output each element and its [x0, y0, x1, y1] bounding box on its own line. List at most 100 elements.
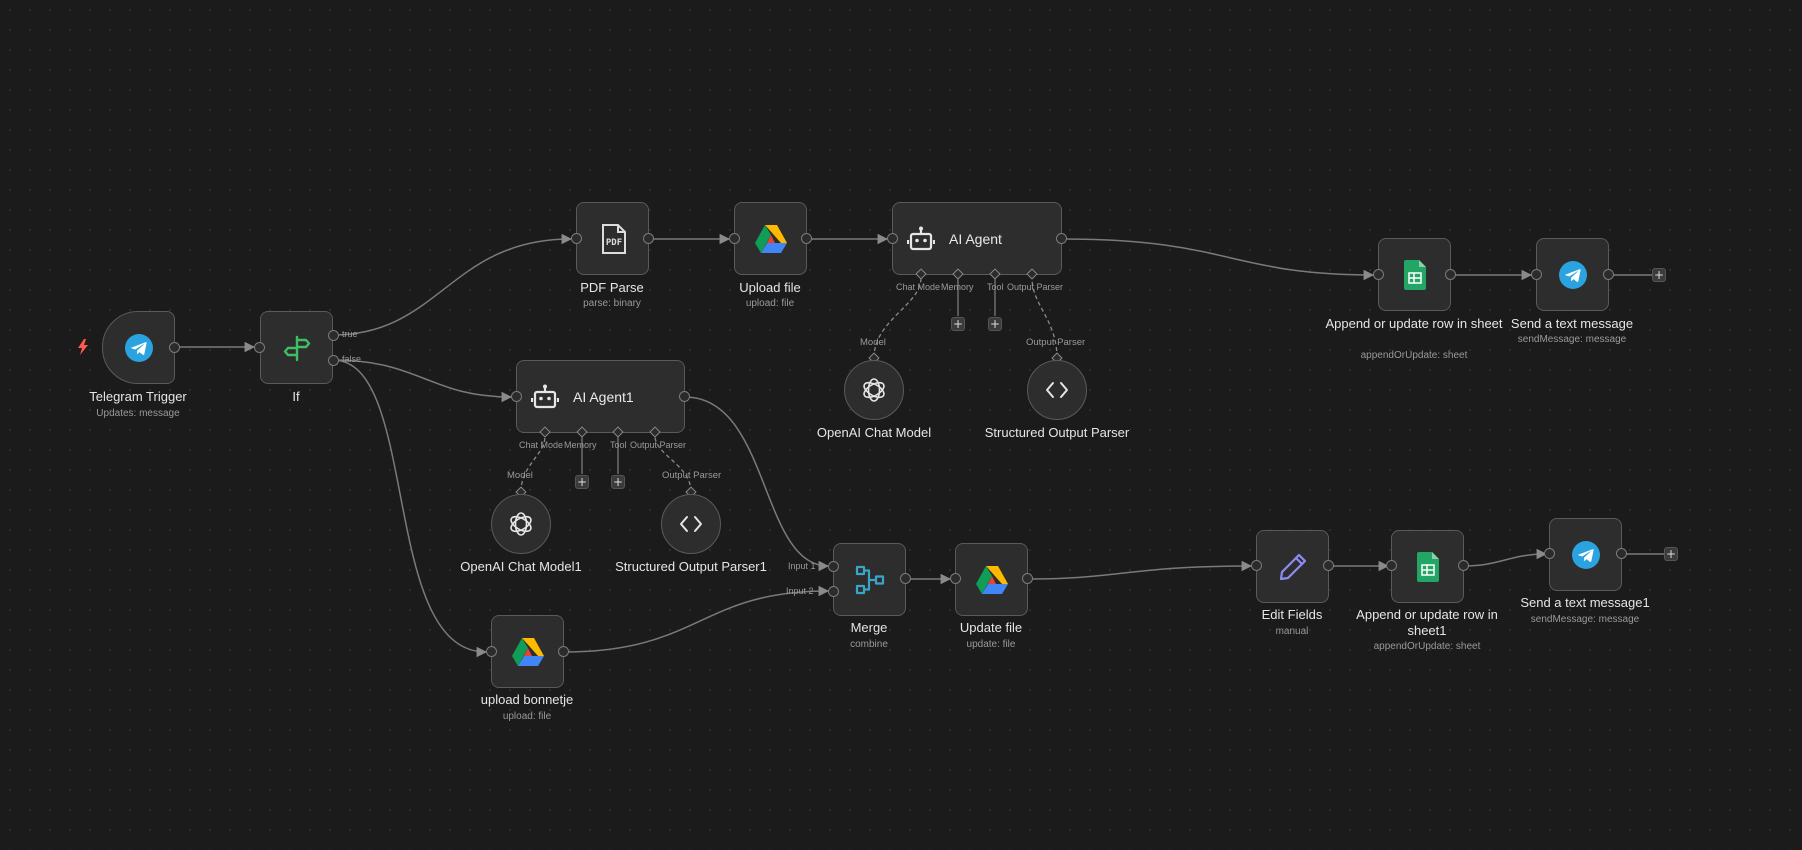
add-memory-button[interactable]: + — [951, 317, 965, 331]
output-handle[interactable] — [643, 233, 654, 244]
ai-agent1-node[interactable]: AI Agent1 — [516, 360, 685, 433]
merge-icon — [855, 565, 884, 594]
output-handle[interactable] — [1323, 560, 1334, 571]
lightning-icon — [78, 339, 88, 355]
telegram-icon — [1571, 540, 1600, 569]
send-message-node[interactable] — [1536, 238, 1609, 311]
wire-append1-send1 — [1463, 548, 1548, 567]
openai-chat-model-node[interactable] — [844, 360, 904, 420]
add-memory-button[interactable]: + — [575, 475, 589, 489]
robot-icon — [907, 226, 935, 250]
node-subtitle: update: file — [966, 639, 1016, 650]
output-handle[interactable] — [169, 342, 180, 353]
node-title: Telegram Trigger — [89, 389, 187, 404]
port-label-chat-model: Chat Mode — [519, 440, 564, 450]
google-sheets-icon — [1416, 551, 1439, 582]
input-handle[interactable] — [1373, 269, 1384, 280]
openai-icon — [863, 378, 885, 402]
output-handle-true[interactable] — [328, 330, 339, 341]
input-handle[interactable] — [571, 233, 582, 244]
pdf-file-icon: PDF — [601, 223, 626, 254]
input-handle[interactable] — [1544, 548, 1555, 559]
ai-agent-node[interactable]: AI Agent — [892, 202, 1062, 275]
input-handle[interactable] — [950, 573, 961, 584]
input-handle[interactable] — [1251, 560, 1262, 571]
port-label-output-parser: Output Parser — [662, 470, 722, 481]
edit-fields-node[interactable] — [1256, 530, 1329, 603]
input-handle-2[interactable] — [828, 586, 839, 597]
input-handle[interactable] — [1386, 560, 1397, 571]
input-handle[interactable] — [887, 233, 898, 244]
input-handle[interactable] — [729, 233, 740, 244]
output-handle[interactable] — [679, 391, 690, 402]
merge-input1-label: Input 1 — [788, 561, 816, 571]
merge-node[interactable] — [833, 543, 906, 616]
output-handle[interactable] — [1022, 573, 1033, 584]
upload-file-node[interactable] — [734, 202, 807, 275]
add-next-node-button[interactable]: + — [1664, 547, 1678, 561]
code-brackets-icon — [680, 516, 702, 532]
output-handle[interactable] — [801, 233, 812, 244]
structured-output-parser1-node[interactable] — [661, 494, 721, 554]
openai-icon — [510, 512, 532, 536]
node-subtitle: sendMessage: message — [1517, 334, 1627, 345]
input-handle-1[interactable] — [828, 561, 839, 572]
node-title: AI Agent1 — [573, 388, 634, 405]
wire-agent-append — [1061, 238, 1375, 281]
output-handle[interactable] — [900, 573, 911, 584]
node-title: Send a text message — [1510, 316, 1634, 331]
node-title: Update file — [959, 620, 1023, 635]
output-handle[interactable] — [1616, 548, 1627, 559]
update-file-node[interactable] — [955, 543, 1028, 616]
output-handle[interactable] — [1056, 233, 1067, 244]
structured-output-parser-node[interactable] — [1027, 360, 1087, 420]
signpost-icon — [283, 335, 310, 361]
telegram-trigger-node[interactable] — [102, 311, 175, 384]
port-label-memory: Memory — [941, 282, 974, 292]
add-tool-button[interactable]: + — [611, 475, 625, 489]
output-handle[interactable] — [1445, 269, 1456, 280]
google-drive-icon — [511, 637, 544, 666]
output-handle[interactable] — [558, 646, 569, 657]
node-title: AI Agent — [949, 230, 1002, 247]
pdf-parse-node[interactable]: PDF — [576, 202, 649, 275]
if-node[interactable] — [260, 311, 333, 384]
wire-update-edit — [1027, 560, 1253, 580]
node-title: Append or update row in sheet — [1325, 316, 1503, 331]
node-title: Send a text message1 — [1520, 595, 1650, 610]
output-handle-false[interactable] — [328, 355, 339, 366]
add-tool-button[interactable]: + — [988, 317, 1002, 331]
node-title: OpenAI Chat Model1 — [460, 559, 582, 574]
pencil-icon — [1279, 553, 1306, 580]
input-handle[interactable] — [1531, 269, 1542, 280]
if-false-label: false — [342, 354, 362, 364]
google-drive-icon — [754, 224, 787, 253]
telegram-icon — [124, 333, 153, 362]
port-label-tool: Tool — [610, 440, 627, 450]
input-handle[interactable] — [254, 342, 265, 353]
node-title: Structured Output Parser1 — [615, 559, 767, 574]
output-handle[interactable] — [1603, 269, 1614, 280]
send-message1-node[interactable] — [1549, 518, 1622, 591]
code-brackets-icon — [1046, 382, 1068, 398]
upload-bonnetje-node[interactable] — [491, 615, 564, 688]
node-title: Upload file — [739, 280, 801, 295]
node-title: Structured Output Parser — [984, 425, 1130, 440]
append-row-node[interactable] — [1378, 238, 1451, 311]
output-handle[interactable] — [1458, 560, 1469, 571]
add-next-node-button[interactable]: + — [1652, 268, 1666, 282]
port-label-output-parser: Output Parser — [1026, 337, 1086, 348]
openai-chat-model1-node[interactable] — [491, 494, 551, 554]
node-title: upload bonnetje — [480, 692, 574, 707]
port-label-model: Model — [507, 470, 533, 481]
port-label-chat-model: Chat Mode — [896, 282, 941, 292]
append-row1-node[interactable] — [1391, 530, 1464, 603]
input-handle[interactable] — [511, 391, 522, 402]
merge-input2-label: Input 2 — [786, 586, 814, 596]
port-label-tool: Tool — [987, 282, 1004, 292]
node-title: If — [292, 389, 300, 404]
google-sheets-icon — [1403, 259, 1426, 290]
node-title: PDF Parse — [580, 280, 644, 295]
port-label-memory: Memory — [564, 440, 597, 450]
input-handle[interactable] — [486, 646, 497, 657]
